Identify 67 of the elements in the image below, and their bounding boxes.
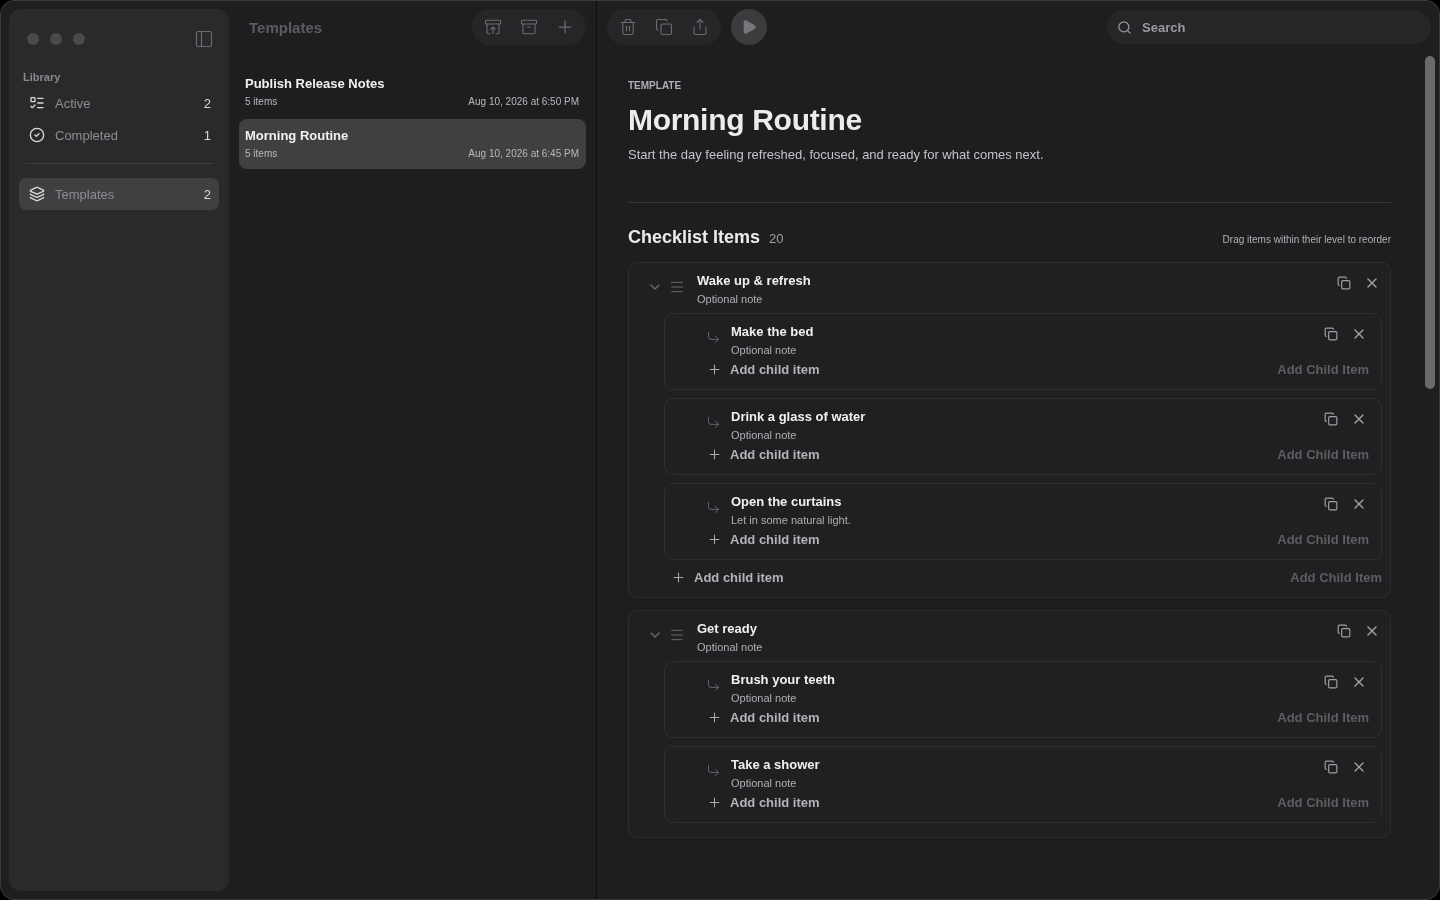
- sidebar-item[interactable]: Completed 1: [19, 119, 219, 151]
- plus-icon: [671, 570, 686, 585]
- eyebrow-label: TEMPLATE: [628, 80, 683, 91]
- return-arrow-icon: [706, 415, 721, 430]
- item-note: Let in some natural light.: [731, 514, 852, 526]
- search-bar[interactable]: Search: [1107, 10, 1431, 44]
- section-heading: Checklist Items: [628, 227, 761, 248]
- template-title: Morning Routine: [245, 128, 350, 143]
- add-child-button[interactable]: Add child item: [707, 362, 1278, 377]
- template-heading: Morning Routine: [628, 103, 863, 137]
- play-button[interactable]: [731, 9, 767, 45]
- item-count: 20: [769, 231, 785, 246]
- play-icon: [741, 19, 757, 35]
- item-title: Open the curtains: [731, 494, 843, 509]
- add-child-hint: Add Child Item: [1277, 362, 1369, 377]
- return-arrow-icon: [706, 678, 721, 693]
- item-title: Wake up & refresh: [697, 273, 812, 288]
- template-date: Aug 10, 2026 at 6:50 PM: [468, 96, 579, 107]
- add-child-button[interactable]: Add child item: [671, 570, 1291, 585]
- return-arrow-icon: [706, 500, 721, 515]
- reorder-hint: Drag items within their level to reorder: [1222, 234, 1391, 245]
- template-title: Publish Release Notes: [245, 76, 386, 91]
- add-child-button[interactable]: Add child item: [707, 795, 1278, 810]
- check-circle-icon: [29, 127, 45, 143]
- item-count: 5 items: [245, 148, 279, 159]
- sidebar-item[interactable]: Active 2: [19, 87, 219, 119]
- item-note: Optional note: [731, 429, 798, 441]
- template-description: Start the day feeling refreshed, focused, and ready for what comes next.: [628, 147, 1045, 162]
- add-child-hint: Add Child Item: [1277, 447, 1369, 462]
- item-note: Optional note: [731, 777, 798, 789]
- item-title: Make the bed: [731, 324, 815, 339]
- add-child-hint: Add Child Item: [1277, 532, 1369, 547]
- checklist-icon: [29, 95, 45, 111]
- item-title: Get ready: [697, 621, 758, 636]
- item-note: Optional note: [697, 293, 764, 305]
- drag-handle-icon[interactable]: [669, 279, 685, 295]
- search-icon: [1117, 19, 1132, 35]
- add-child-hint: Add Child Item: [1277, 710, 1369, 725]
- add-child-hint: Add Child Item: [1290, 570, 1382, 585]
- item-title: Brush your teeth: [731, 672, 836, 687]
- item-count: 5 items: [245, 96, 279, 107]
- section-label: Library: [23, 71, 62, 83]
- template-row[interactable]: Morning Routine 5 items Aug 10, 2026 at 6:45 PM: [239, 119, 586, 169]
- plus-icon: [707, 362, 722, 377]
- plus-icon: [707, 532, 722, 547]
- item-title: Take a shower: [731, 757, 821, 772]
- template-row[interactable]: Publish Release Notes 5 items Aug 10, 2026 at 6:50 PM: [239, 67, 586, 117]
- item-note: Optional note: [697, 641, 764, 653]
- add-child-button[interactable]: Add child item: [707, 532, 1278, 547]
- item-title: Drink a glass of water: [731, 409, 867, 424]
- sidebar-item[interactable]: Templates 2: [19, 178, 219, 210]
- scrollbar-thumb[interactable]: [1425, 56, 1435, 389]
- plus-icon: [707, 710, 722, 725]
- drag-handle-icon[interactable]: [669, 627, 685, 643]
- plus-icon: [707, 795, 722, 810]
- search-field[interactable]: Search: [1140, 18, 1421, 36]
- item-note: Optional note: [731, 692, 798, 704]
- return-arrow-icon: [706, 330, 721, 345]
- return-arrow-icon: [706, 763, 721, 778]
- item-note: Optional note: [731, 344, 798, 356]
- template-date: Aug 10, 2026 at 6:45 PM: [468, 148, 579, 159]
- add-child-button[interactable]: Add child item: [707, 447, 1278, 462]
- add-child-hint: Add Child Item: [1277, 795, 1369, 810]
- layers-icon: [29, 186, 45, 202]
- plus-icon: [707, 447, 722, 462]
- list-title: Templates: [248, 18, 324, 36]
- add-child-button[interactable]: Add child item: [707, 710, 1278, 725]
